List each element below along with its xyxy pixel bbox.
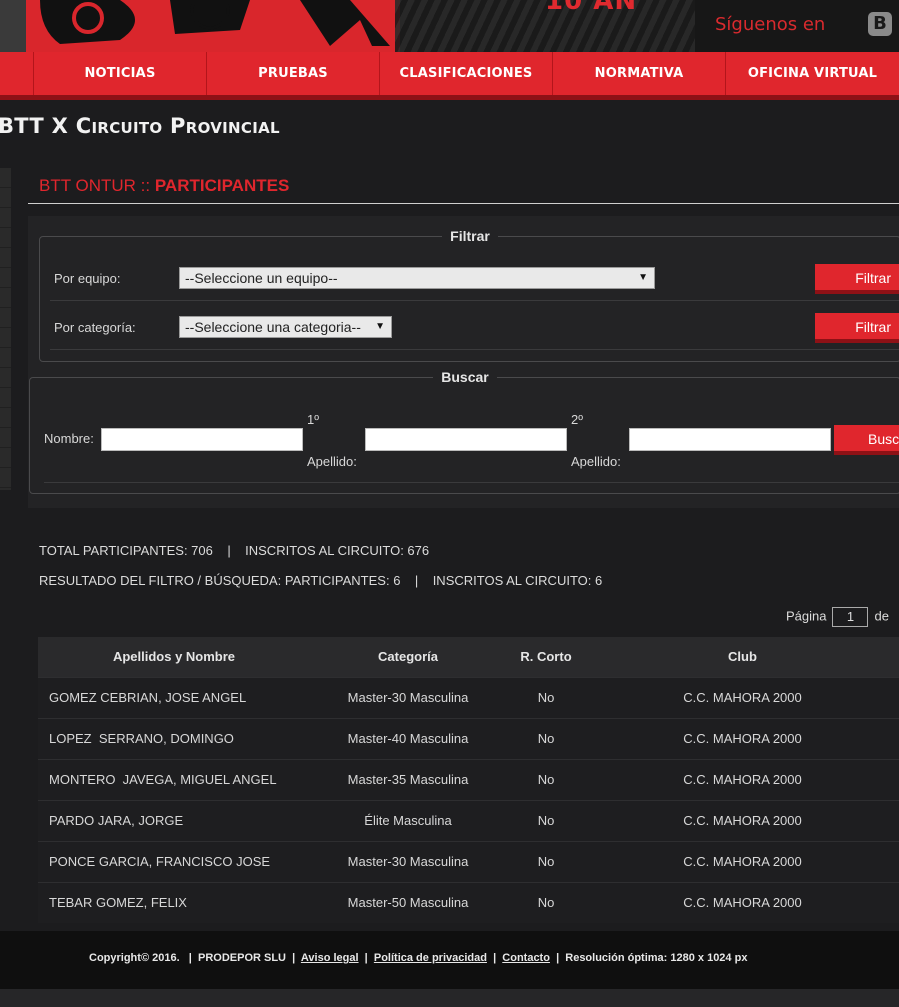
main-nav: NOTICIAS PRUEBAS CLASIFICACIONES NORMATI… [0,52,899,100]
nav-item-home[interactable] [0,52,34,95]
participant-club: C.C. MAHORA 2000 [586,840,899,882]
heading-divider [28,203,899,204]
left-rail [0,168,11,490]
participant-name: LOPEZ SERRANO, DOMINGO [38,717,310,759]
filter-category-button[interactable]: Filtrar [815,313,899,343]
participant-club: C.C. MAHORA 2000 [586,799,899,841]
header-banner: 10 AÑ Síguenos en B [0,0,899,52]
participant-club: C.C. MAHORA 2000 [586,881,899,923]
participant-category: Master-30 Masculina [310,676,506,718]
table-row: LOPEZ SERRANO, DOMINGO Master-40 Masculi… [38,717,899,759]
pagination: Página 1 de [786,607,889,627]
banner-years-text: 10 AÑ [545,0,638,16]
team-select[interactable]: --Seleccione un equipo-- ▼ [179,267,655,289]
nav-item-noticias[interactable]: NOTICIAS [34,52,207,95]
participant-short-route: No [506,799,586,841]
search-row-divider [44,482,899,483]
participant-category: Master-40 Masculina [310,717,506,759]
page-heading-prefix: BTT ONTUR :: [39,176,155,195]
page-of-label: de [874,608,889,624]
surname2-input[interactable] [629,428,831,451]
column-header-short-route[interactable]: R. Corto [506,637,586,677]
nav-item-pruebas[interactable]: PRUEBAS [207,52,380,95]
column-header-name[interactable]: Apellidos y Nombre [38,637,310,677]
participant-short-route: No [506,881,586,923]
surname1-input[interactable] [365,428,567,451]
page: 10 AÑ Síguenos en B NOTICIAS PRUEBAS CLA… [0,0,899,1007]
section-title: BTT X Circuito Provincial [0,114,280,138]
category-label: Por categoría: [54,320,136,335]
name-input[interactable] [101,428,303,451]
participant-name: TEBAR GOMEZ, FELIX [38,881,310,923]
surname2-label: Apellido: [571,454,621,469]
team-select-value: --Seleccione un equipo-- [185,270,338,286]
team-label: Por equipo: [54,271,121,286]
blogger-icon[interactable]: B [868,12,892,36]
search-button[interactable]: Busc [834,425,899,455]
total-participants-stats: TOTAL PARTICIPANTES: 706 | INSCRITOS AL … [39,543,430,558]
category-select-arrow-icon: ▼ [375,321,385,332]
team-select-arrow-icon: ▼ [638,272,648,283]
participant-club: C.C. MAHORA 2000 [586,676,899,718]
surname1-label: Apellido: [307,454,357,469]
participant-name: MONTERO JAVEGA, MIGUEL ANGEL [38,758,310,800]
participant-category: Master-30 Masculina [310,840,506,882]
page-number-input[interactable]: 1 [832,607,869,627]
participant-name: PARDO JARA, JORGE [38,799,310,841]
nav-item-oficina-virtual[interactable]: OFICINA VIRTUAL [726,52,899,95]
category-select-value: --Seleccione una categoria-- [185,319,361,335]
participant-short-route: No [506,717,586,759]
banner-graphic [0,0,400,52]
table-row: PONCE GARCIA, FRANCISCO JOSE Master-30 M… [38,840,899,882]
participant-short-route: No [506,676,586,718]
participant-club: C.C. MAHORA 2000 [586,758,899,800]
nav-item-normativa[interactable]: NORMATIVA [553,52,726,95]
footer: Copyright© 2016. | PRODEPOR SLU | Aviso … [0,931,899,989]
participant-name: PONCE GARCIA, FRANCISCO JOSE [38,840,310,882]
nav-item-clasificaciones[interactable]: CLASIFICACIONES [380,52,553,95]
participants-table: Apellidos y Nombre Categoría R. Corto Cl… [38,637,899,923]
banner-artwork [0,0,400,52]
search-legend: Buscar [441,369,489,385]
footer-text: Copyright© 2016. | PRODEPOR SLU | Aviso … [89,952,747,964]
table-row: TEBAR GOMEZ, FELIX Master-50 Masculina N… [38,881,899,923]
legal-notice-link[interactable]: Aviso legal [301,952,359,964]
filter-fieldset: Filtrar [39,228,899,362]
privacy-policy-link[interactable]: Política de privacidad [374,952,487,964]
footer-separator: | [486,952,503,964]
filter-legend: Filtrar [450,228,490,244]
participant-short-route: No [506,758,586,800]
participant-category: Master-35 Masculina [310,758,506,800]
surname2-number: 2º [571,412,583,427]
filter-team-button[interactable]: Filtrar [815,264,899,294]
table-row: GOMEZ CEBRIAN, JOSE ANGEL Master-30 Masc… [38,676,899,718]
table-row: MONTERO JAVEGA, MIGUEL ANGEL Master-35 M… [38,758,899,800]
column-header-club[interactable]: Club [586,637,899,677]
filter-row-divider-2 [50,349,899,350]
participant-name: GOMEZ CEBRIAN, JOSE ANGEL [38,676,310,718]
page-heading-strong: PARTICIPANTES [154,176,290,195]
footer-copyright: Copyright© 2016. | PRODEPOR SLU | [89,952,301,964]
surname1-number: 1º [307,412,319,427]
participant-category: Master-50 Masculina [310,881,506,923]
follow-us-label: Síguenos en [715,14,826,35]
participant-club: C.C. MAHORA 2000 [586,717,899,759]
column-header-category[interactable]: Categoría [310,637,506,677]
category-select[interactable]: --Seleccione una categoria-- ▼ [179,316,392,338]
name-label: Nombre: [44,431,94,446]
filter-result-stats: RESULTADO DEL FILTRO / BÚSQUEDA: PARTICI… [39,573,603,588]
filter-panel: Filtrar Por equipo: --Seleccione un equi… [28,216,899,508]
table-header-row: Apellidos y Nombre Categoría R. Corto Cl… [38,637,899,677]
contact-link[interactable]: Contacto [502,952,550,964]
footer-resolution: | Resolución óptima: 1280 x 1024 px [549,952,748,964]
footer-separator: | [358,952,374,964]
page-heading: BTT ONTUR :: PARTICIPANTES [39,176,289,196]
filter-row-divider [50,300,899,301]
bottom-bar [0,989,899,1007]
table-row: PARDO JARA, JORGE Élite Masculina No C.C… [38,799,899,841]
participant-category: Élite Masculina [310,799,506,841]
participant-short-route: No [506,840,586,882]
page-label: Página [786,608,827,624]
